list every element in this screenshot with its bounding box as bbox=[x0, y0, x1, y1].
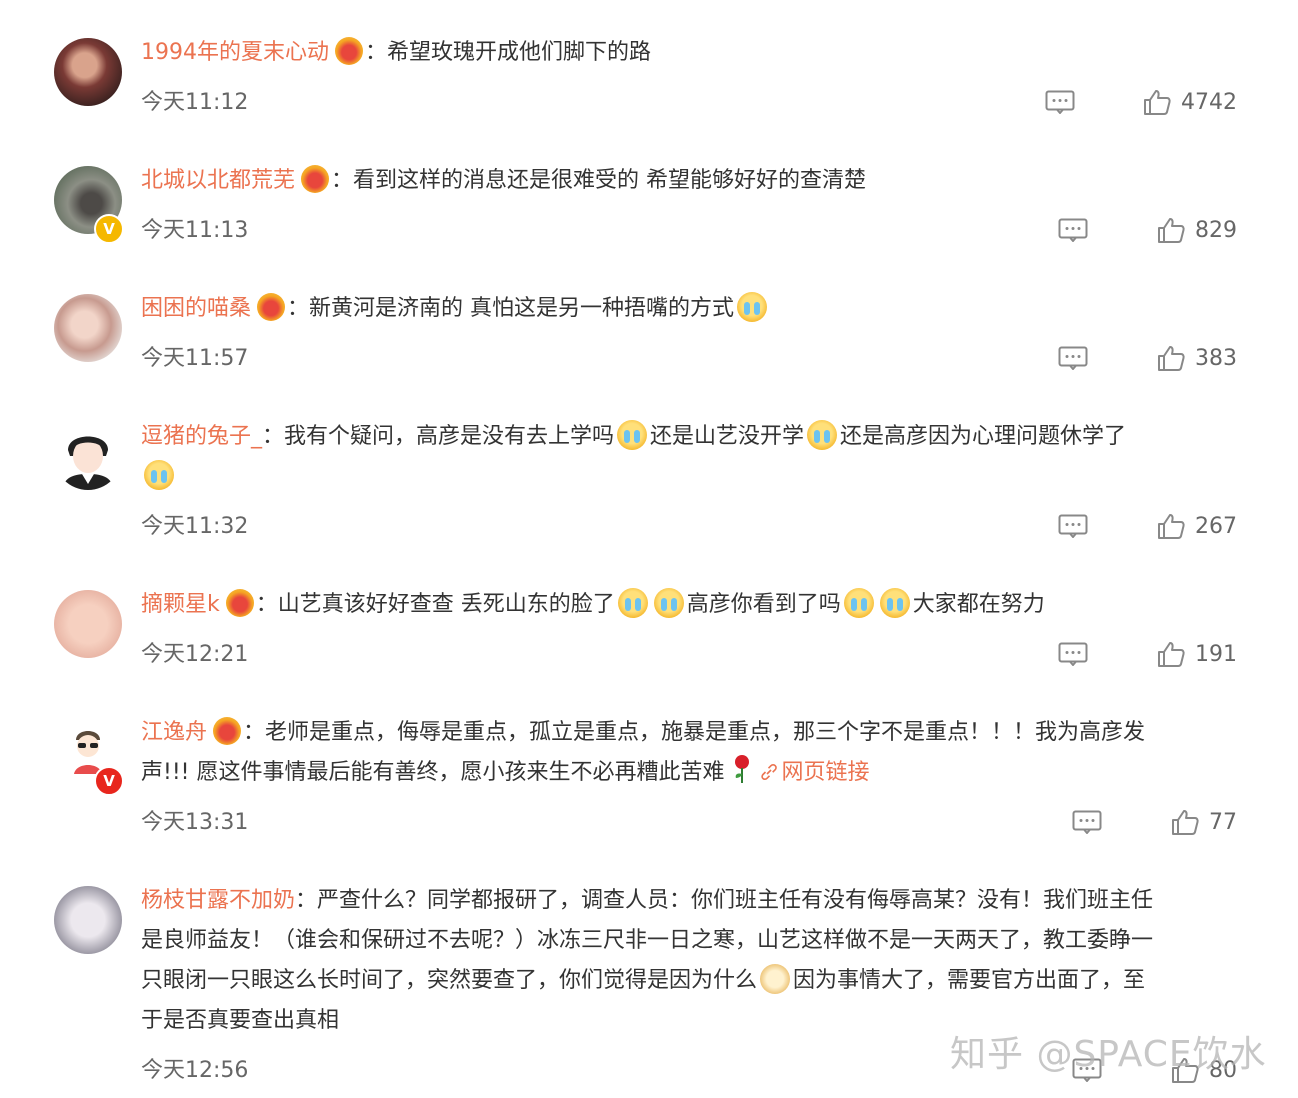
timestamp: 今天13:31 bbox=[141, 810, 249, 835]
like-count: 4742 bbox=[1181, 89, 1237, 115]
verified-icon: V bbox=[94, 766, 124, 796]
timestamp: 今天12:56 bbox=[141, 1058, 249, 1083]
timestamp: 今天11:57 bbox=[141, 346, 249, 371]
crying-emoji-icon bbox=[737, 292, 768, 322]
avatar[interactable] bbox=[54, 886, 122, 954]
username[interactable]: 北城以北都荒芜 bbox=[141, 168, 295, 193]
thumbs-up-icon bbox=[1172, 810, 1199, 835]
timestamp: 今天11:13 bbox=[141, 218, 249, 243]
rose-icon bbox=[735, 755, 750, 783]
like-count: 829 bbox=[1195, 217, 1237, 243]
fan-badge-icon bbox=[213, 717, 242, 745]
timestamp: 今天11:12 bbox=[141, 90, 249, 115]
thumbs-up-icon bbox=[1158, 642, 1185, 667]
link-icon bbox=[761, 764, 778, 781]
comment-body: 是良师益友！（谁会和保研过不去呢？）冰冻三尺非一日之寒，山艺这样做不是一天两天了… bbox=[141, 928, 1154, 953]
username[interactable]: 杨枝甘露不加奶 bbox=[141, 888, 295, 913]
comment-body: ：山艺真该好好查查 丢死山东的脸了 bbox=[255, 592, 615, 617]
fan-badge-icon bbox=[301, 165, 330, 193]
comment-body: ：我有个疑问，高彦是没有去上学吗 bbox=[262, 424, 615, 449]
like-count: 191 bbox=[1195, 641, 1237, 667]
timestamp: 今天12:21 bbox=[141, 642, 249, 667]
web-link[interactable]: 网页链接 bbox=[760, 760, 869, 785]
timestamp: 今天11:32 bbox=[141, 514, 249, 539]
comment-icon[interactable] bbox=[1072, 810, 1102, 834]
doge-emoji-icon bbox=[760, 964, 791, 994]
crying-emoji-icon bbox=[807, 420, 838, 450]
comment-body: ：严查什么？同学都报研了，调查人员：你们班主任有没有侮辱高某？没有！我们班主任 bbox=[295, 888, 1154, 913]
comment-text: 江逸舟 ：老师是重点，侮辱是重点，孤立是重点，施暴是重点，那三个字不是重点！！！我… bbox=[141, 713, 1261, 793]
username[interactable]: 1994年的夏末心动 bbox=[141, 40, 329, 65]
comment-text: 北城以北都荒芜 ：看到这样的消息还是很难受的 希望能够好好的查清楚 bbox=[141, 161, 866, 201]
like-button[interactable]: 191 bbox=[1157, 641, 1237, 667]
fan-badge-icon bbox=[257, 293, 286, 321]
like-button[interactable]: 267 bbox=[1157, 513, 1237, 539]
like-button[interactable]: 4742 bbox=[1143, 89, 1237, 115]
thumbs-up-icon bbox=[1158, 514, 1185, 539]
comment-body: ：希望玫瑰开成他们脚下的路 bbox=[365, 40, 652, 65]
comment-body: 还是山艺没开学 bbox=[650, 424, 805, 449]
username[interactable]: 困困的喵桑 bbox=[141, 296, 251, 321]
comment-icon[interactable] bbox=[1058, 642, 1088, 666]
comment-text: 摘颗星k ：山艺真该好好查查 丢死山东的脸了 高彦你看到了吗 大家都在努力 bbox=[141, 585, 1045, 625]
username[interactable]: 逗猪的兔子_ bbox=[141, 424, 262, 449]
crying-emoji-icon bbox=[617, 588, 648, 618]
comment-body: 声!!! 愿这件事情最后能有善终，愿小孩来生不必再糟此苦难 bbox=[141, 760, 725, 785]
comment-body: 还是高彦因为心理问题休学了 bbox=[840, 424, 1127, 449]
fan-badge-icon bbox=[225, 589, 254, 617]
like-button[interactable]: 77 bbox=[1171, 809, 1237, 835]
comment-text: 1994年的夏末心动 ：希望玫瑰开成他们脚下的路 bbox=[141, 33, 651, 73]
comment-body: 高彦你看到了吗 bbox=[686, 592, 841, 617]
comment-body: ：看到这样的消息还是很难受的 希望能够好好的查清楚 bbox=[331, 168, 867, 193]
comment-icon[interactable] bbox=[1058, 346, 1088, 370]
comment-icon[interactable] bbox=[1058, 218, 1088, 242]
comment-text: 困困的喵桑 ：新黄河是济南的 真怕这是另一种捂嘴的方式 bbox=[141, 289, 770, 329]
like-count: 77 bbox=[1209, 809, 1237, 835]
comment-body: 因为事情大了，需要官方出面了，至 bbox=[793, 968, 1146, 993]
avatar[interactable] bbox=[54, 294, 122, 362]
avatar[interactable] bbox=[54, 38, 122, 106]
thumbs-up-icon bbox=[1158, 218, 1185, 243]
username[interactable]: 江逸舟 bbox=[141, 720, 207, 745]
avatar[interactable] bbox=[54, 422, 122, 490]
like-count: 267 bbox=[1195, 513, 1237, 539]
comment-body: 大家都在努力 bbox=[912, 592, 1045, 617]
thumbs-up-icon bbox=[1158, 346, 1185, 371]
crying-emoji-icon bbox=[653, 588, 684, 618]
comment-body: 于是否真要查出真相 bbox=[141, 1008, 340, 1033]
like-count: 383 bbox=[1195, 345, 1237, 371]
comment-body: ：老师是重点，侮辱是重点，孤立是重点，施暴是重点，那三个字不是重点！！！我为高彦… bbox=[243, 720, 1146, 745]
like-button[interactable]: 383 bbox=[1157, 345, 1237, 371]
avatar-illustration bbox=[62, 436, 114, 490]
avatar[interactable] bbox=[54, 590, 122, 658]
crying-emoji-icon bbox=[144, 460, 174, 490]
fan-badge-icon bbox=[335, 37, 363, 65]
like-button[interactable]: 829 bbox=[1157, 217, 1237, 243]
thumbs-up-icon bbox=[1144, 90, 1171, 115]
verified-icon: V bbox=[94, 214, 124, 244]
web-link-label: 网页链接 bbox=[781, 760, 870, 785]
comment-icon[interactable] bbox=[1058, 514, 1088, 538]
username[interactable]: 摘颗星k bbox=[141, 592, 220, 617]
crying-emoji-icon bbox=[843, 588, 874, 618]
watermark: 知乎 @SPACE饮水 bbox=[950, 1034, 1267, 1075]
comment-body: ：新黄河是济南的 真怕这是另一种捂嘴的方式 bbox=[287, 296, 735, 321]
comment-icon[interactable] bbox=[1045, 90, 1075, 114]
comment-text: 杨枝甘露不加奶：严查什么？同学都报研了，调查人员：你们班主任有没有侮辱高某？没有… bbox=[141, 881, 1271, 1041]
comment-text: 逗猪的兔子_：我有个疑问，高彦是没有去上学吗 还是山艺没开学 还是高彦因为心理问题休… bbox=[141, 417, 1261, 497]
crying-emoji-icon bbox=[879, 588, 910, 618]
comment-body: 只眼闭一只眼这么长时间了，突然要查了，你们觉得是因为什么 bbox=[141, 968, 758, 993]
crying-emoji-icon bbox=[617, 420, 648, 450]
